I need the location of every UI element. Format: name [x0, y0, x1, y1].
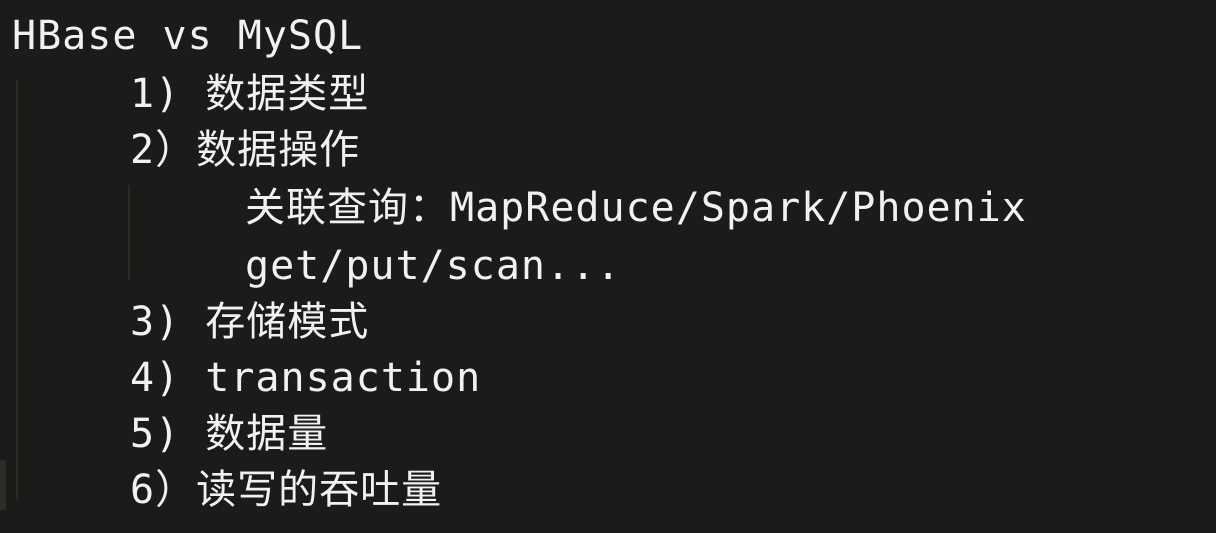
sub-item-join-query: 关联查询：MapReduce/Spark/Phoenix: [245, 185, 1027, 231]
terminal-screen: HBase vs MySQL 1) 数据类型 2）数据操作 关联查询：MapRe…: [0, 0, 1216, 533]
indent-guide: [16, 80, 18, 500]
list-item-data-volume: 5) 数据量: [130, 411, 329, 457]
list-item-storage-mode: 3) 存储模式: [130, 299, 370, 345]
heading-line: HBase vs MySQL: [12, 13, 364, 59]
list-item-data-operation: 2）数据操作: [130, 127, 361, 173]
sub-item-get-put-scan: get/put/scan...: [245, 243, 622, 289]
list-item-transaction: 4) transaction: [130, 355, 482, 401]
indent-guide: [128, 185, 130, 280]
list-item-data-type: 1) 数据类型: [130, 71, 370, 117]
gutter-marker: [0, 460, 6, 510]
list-item-throughput: 6）读写的吞吐量: [130, 467, 443, 513]
